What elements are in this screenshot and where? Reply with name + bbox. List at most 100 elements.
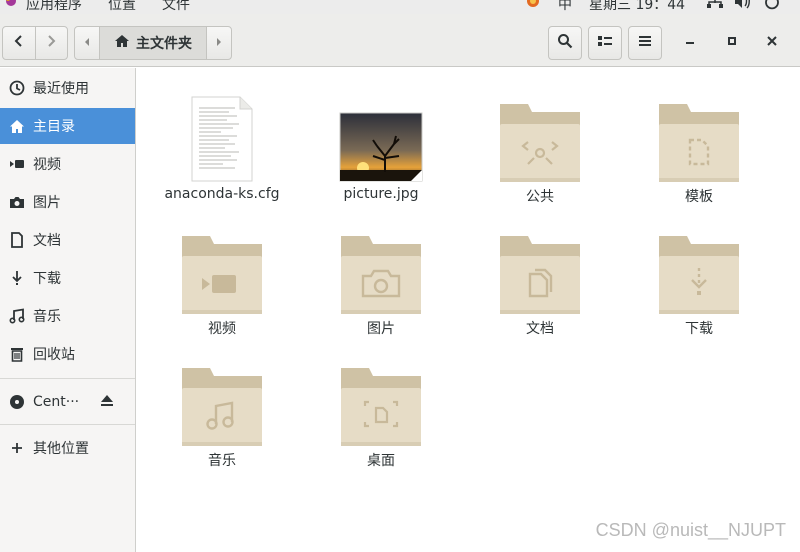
file-name: 文档 [526,321,554,337]
folder-item[interactable]: 音乐 [152,346,292,469]
sidebar-item-pictures[interactable]: 图片 [0,184,135,220]
documents-folder-icon [470,214,610,314]
music-icon [8,308,25,325]
folder-item[interactable]: 模板 [629,82,769,205]
folder-item[interactable]: 桌面 [311,346,451,469]
sidebar-item-label: 主目录 [33,119,75,135]
folder-item[interactable]: 图片 [311,214,451,337]
file-name: 视频 [208,321,236,337]
sidebar-item-other-locations[interactable]: 其他位置 [0,430,135,466]
search-icon [557,33,573,53]
file-name: 音乐 [208,453,236,469]
sidebar-item-device[interactable]: Cent··· [0,384,135,420]
file-name: 图片 [367,321,395,337]
network-icon[interactable] [707,0,723,14]
sidebar-item-label: 回收站 [33,347,75,363]
sidebar-item-recent[interactable]: 最近使用 [0,70,135,106]
back-button[interactable] [3,27,35,59]
sidebar-item-home[interactable]: 主目录 [0,108,135,144]
sidebar-item-label: 下载 [33,271,61,287]
file-name: 桌面 [367,453,395,469]
text-file-icon [191,96,253,182]
search-button[interactable] [548,26,582,60]
places-menu[interactable]: 位置 [108,0,136,14]
file-name: 公共 [526,189,554,205]
input-method-indicator[interactable]: 中 [558,0,572,14]
path-scroll-right-button[interactable] [207,27,231,59]
firefox-indicator-icon[interactable] [526,0,540,14]
path-bar: 主文件夹 [74,26,232,60]
trash-icon [8,346,25,363]
folder-item[interactable]: 视频 [152,214,292,337]
file-name: anaconda-ks.cfg [164,186,280,202]
maximize-button[interactable] [715,26,749,60]
sidebar-item-label: 视频 [33,157,61,173]
sidebar-item-music[interactable]: 音乐 [0,298,135,334]
file-item[interactable]: anaconda-ks.cfg [152,82,292,202]
pictures-folder-icon [311,214,451,314]
templates-folder-icon [629,82,769,182]
home-icon [114,34,130,52]
chevron-right-icon [45,34,57,52]
close-button[interactable] [755,26,789,60]
minimize-icon [684,35,696,51]
sidebar-item-videos[interactable]: 视频 [0,146,135,182]
sidebar-separator [0,424,135,425]
power-icon[interactable] [765,0,779,14]
path-scroll-left-button[interactable] [75,27,99,59]
disc-icon [8,394,25,411]
sidebar-separator [0,378,135,379]
view-mode-button[interactable] [588,26,622,60]
sidebar-item-label: 图片 [33,195,61,211]
sidebar-item-label: 文档 [33,233,61,249]
folder-item[interactable]: 公共 [470,82,610,205]
sidebar-item-label: 最近使用 [33,81,89,97]
apps-menu-icon[interactable] [4,0,18,14]
clock[interactable]: 星期三 19：44 [589,0,685,14]
forward-button[interactable] [34,27,67,59]
sidebar-item-trash[interactable]: 回收站 [0,336,135,372]
image-file-thumbnail [311,82,451,182]
sidebar-item-label: 音乐 [33,309,61,325]
file-menu[interactable]: 文件 [162,0,190,14]
navigation-buttons [2,26,68,60]
file-name: 模板 [685,189,713,205]
close-icon [766,35,778,51]
apps-menu[interactable]: 应用程序 [26,0,82,14]
triangle-left-icon [83,35,91,51]
public-folder-icon [470,82,610,182]
sidebar-item-label: 其他位置 [33,441,89,457]
sidebar-item-downloads[interactable]: 下载 [0,260,135,296]
watermark: CSDN @nuist__NJUPT [595,520,786,540]
volume-icon[interactable] [735,0,751,14]
file-name: 下载 [685,321,713,337]
sidebar: 最近使用 主目录 视频 图片 文档 下载 音乐 回收站 Cent··· 其他位置 [0,68,136,552]
home-icon [8,118,25,135]
breadcrumb-home[interactable]: 主文件夹 [98,27,208,59]
camera-icon [8,194,25,211]
minimize-button[interactable] [673,26,707,60]
list-view-icon [597,34,613,52]
folder-item[interactable]: 下载 [629,214,769,337]
menu-button[interactable] [628,26,662,60]
folder-item[interactable]: 文档 [470,214,610,337]
chevron-left-icon [13,34,25,52]
sunset-tree-image [339,112,423,182]
file-item[interactable]: picture.jpg [311,82,451,202]
videos-folder-icon [152,214,292,314]
top-panel: 应用程序 位置 文件 中 星期三 19：44 [0,0,800,14]
download-icon [8,270,25,287]
file-name: picture.jpg [343,186,419,202]
sidebar-item-documents[interactable]: 文档 [0,222,135,258]
eject-icon[interactable] [100,394,114,412]
desktop-folder-icon [311,346,451,446]
breadcrumb-label: 主文件夹 [136,36,192,52]
sidebar-item-label: Cent··· [33,394,80,410]
file-view[interactable]: anaconda-ks.cfg picture.jpg 公共 模板 视频 图片 … [137,68,800,552]
maximize-icon [726,35,738,51]
plus-icon [8,440,25,457]
downloads-folder-icon [629,214,769,314]
clock-icon [8,80,25,97]
text-file-thumbnail [152,82,292,182]
music-folder-icon [152,346,292,446]
